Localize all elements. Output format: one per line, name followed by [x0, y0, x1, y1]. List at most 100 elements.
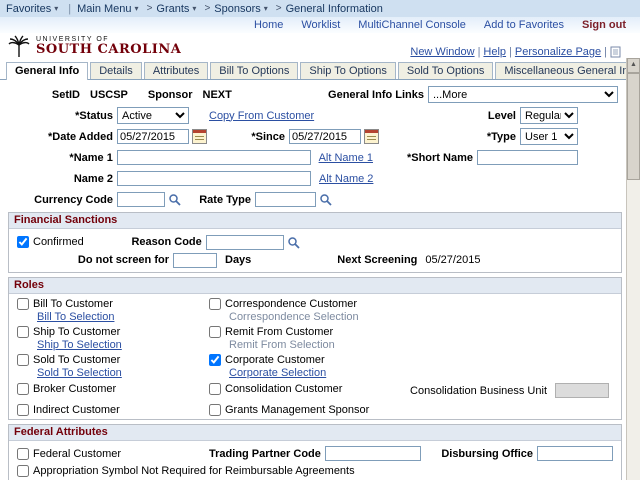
- status-select[interactable]: Active: [117, 107, 189, 124]
- status-row: *Status Active Copy From Customer Level …: [8, 107, 622, 124]
- indirect-customer-checkbox[interactable]: [17, 404, 29, 416]
- header-band: UNIVERSITY OF SOUTH CAROLINA New Window …: [0, 33, 640, 59]
- corporate-customer-label: Corporate Customer: [225, 354, 325, 366]
- roles-section: Roles Bill To Customer Bill To Selection: [8, 277, 622, 420]
- date-added-input[interactable]: [117, 129, 189, 144]
- scroll-up-button[interactable]: ▲: [627, 58, 640, 73]
- setid-value: USCSP: [90, 89, 128, 101]
- correspondence-customer-checkbox[interactable]: [209, 298, 221, 310]
- menu-grants[interactable]: Grants ▾: [156, 3, 196, 15]
- personalize-page-link[interactable]: Personalize Page: [515, 46, 601, 58]
- lookup-icon[interactable]: [287, 236, 300, 249]
- vertical-scrollbar[interactable]: ▲: [626, 58, 640, 480]
- reason-code-input[interactable]: [206, 235, 284, 250]
- sold-to-customer-checkbox[interactable]: [17, 354, 29, 366]
- level-label: Level: [416, 110, 516, 122]
- tab-bill-to-options[interactable]: Bill To Options: [210, 62, 298, 79]
- level-select[interactable]: Regular: [520, 107, 578, 124]
- lookup-icon[interactable]: [319, 193, 332, 206]
- disbursing-office-label: Disbursing Office: [421, 448, 533, 460]
- alt-name1-link[interactable]: Alt Name 1: [319, 152, 373, 164]
- short-name-input[interactable]: [477, 150, 578, 165]
- sign-out-link[interactable]: Sign out: [582, 19, 626, 31]
- tab-sold-to-options[interactable]: Sold To Options: [398, 62, 493, 79]
- federal-row-2: Appropriation Symbol Not Required for Re…: [17, 462, 613, 479]
- copy-from-customer-link[interactable]: Copy From Customer: [209, 110, 314, 122]
- alt-name2-link[interactable]: Alt Name 2: [319, 173, 373, 185]
- new-window-link[interactable]: New Window: [410, 46, 474, 58]
- tab-misc-general-info[interactable]: Miscellaneous General Info: [495, 62, 640, 79]
- scrollbar-thumb[interactable]: [627, 73, 640, 180]
- utility-bar: Home Worklist MultiChannel Console Add t…: [0, 17, 640, 33]
- reason-code-label: Reason Code: [84, 236, 202, 248]
- federal-customer-label: Federal Customer: [33, 448, 121, 460]
- do-not-screen-input[interactable]: [173, 253, 217, 268]
- ship-to-selection-link[interactable]: Ship To Selection: [37, 339, 209, 351]
- lookup-icon[interactable]: [168, 193, 181, 206]
- calendar-icon[interactable]: [192, 129, 207, 144]
- caret-down-icon: ▾: [264, 4, 268, 13]
- tab-ship-to-options[interactable]: Ship To Options: [300, 62, 395, 79]
- favorites-menu[interactable]: Favorites ▾: [6, 3, 58, 15]
- broker-customer-checkbox[interactable]: [17, 383, 29, 395]
- tab-attributes[interactable]: Attributes: [144, 62, 208, 79]
- trading-partner-code-input[interactable]: [325, 446, 421, 461]
- bill-to-customer-checkbox[interactable]: [17, 298, 29, 310]
- corporate-selection-link[interactable]: Corporate Selection: [229, 367, 326, 379]
- rate-type-input[interactable]: [255, 192, 316, 207]
- currency-code-label: Currency Code: [8, 194, 113, 206]
- breadcrumb-divider: |: [68, 3, 71, 15]
- federal-attributes-title: Federal Attributes: [9, 425, 621, 441]
- since-input[interactable]: [289, 129, 361, 144]
- disbursing-office-input[interactable]: [537, 446, 613, 461]
- ship-to-customer-checkbox[interactable]: [17, 326, 29, 338]
- roles-row-4: Broker Customer Consolidation Customer C…: [17, 383, 613, 398]
- do-not-screen-label: Do not screen for: [17, 254, 169, 266]
- consolidation-customer-label: Consolidation Customer: [225, 383, 342, 395]
- federal-customer-checkbox[interactable]: [17, 448, 29, 460]
- help-link[interactable]: Help: [483, 46, 506, 58]
- confirmed-row: Confirmed Reason Code: [17, 233, 613, 251]
- main-menu[interactable]: Main Menu ▾: [77, 3, 138, 15]
- confirmed-checkbox[interactable]: [17, 236, 29, 248]
- roles-row-5: Indirect Customer Grants Management Spon…: [17, 404, 613, 416]
- calendar-icon[interactable]: [364, 129, 379, 144]
- appropriation-symbol-label: Appropriation Symbol Not Required for Re…: [33, 465, 355, 477]
- status-label: *Status: [8, 110, 113, 122]
- home-link[interactable]: Home: [254, 19, 283, 31]
- appropriation-symbol-checkbox[interactable]: [17, 465, 29, 477]
- add-to-favorites-link[interactable]: Add to Favorites: [484, 19, 564, 31]
- federal-attributes-section: Federal Attributes Federal Customer Trad…: [8, 424, 622, 480]
- remit-from-customer-checkbox[interactable]: [209, 326, 221, 338]
- corporate-customer-checkbox[interactable]: [209, 354, 221, 366]
- general-info-links-label: General Info Links: [314, 89, 424, 101]
- tab-general-info[interactable]: General Info: [6, 62, 88, 80]
- usc-logo: UNIVERSITY OF SOUTH CAROLINA: [6, 34, 181, 58]
- sponsor-value: NEXT: [203, 89, 232, 101]
- currency-code-input[interactable]: [117, 192, 165, 207]
- name2-input[interactable]: [117, 171, 311, 186]
- next-screening-label: Next Screening: [337, 254, 417, 266]
- general-info-links-select[interactable]: ...More: [428, 86, 618, 103]
- name1-input[interactable]: [117, 150, 311, 165]
- breadcrumb: Favorites ▾ | Main Menu ▾ > Grants ▾ > S…: [0, 0, 640, 17]
- menu-sponsors[interactable]: Sponsors ▾: [214, 3, 268, 15]
- consolidation-customer-checkbox[interactable]: [209, 383, 221, 395]
- pipe-sep: |: [478, 46, 481, 58]
- roles-title: Roles: [9, 278, 621, 294]
- grants-management-sponsor-checkbox[interactable]: [209, 404, 221, 416]
- type-select[interactable]: User 1: [520, 128, 578, 145]
- sold-to-selection-link[interactable]: Sold To Selection: [37, 367, 209, 379]
- rate-type-label: Rate Type: [181, 194, 251, 206]
- roles-row-3: Sold To Customer Sold To Selection Corpo…: [17, 354, 613, 379]
- financial-sanctions-title: Financial Sanctions: [9, 213, 621, 229]
- bill-to-customer-label: Bill To Customer: [33, 298, 113, 310]
- remit-from-selection-label: Remit From Selection: [229, 339, 335, 351]
- notepad-icon[interactable]: [610, 46, 621, 58]
- multichannel-console-link[interactable]: MultiChannel Console: [358, 19, 466, 31]
- tab-details[interactable]: Details: [90, 62, 142, 79]
- next-screening-value: 05/27/2015: [425, 254, 480, 266]
- worklist-link[interactable]: Worklist: [301, 19, 340, 31]
- bill-to-selection-link[interactable]: Bill To Selection: [37, 311, 209, 323]
- roles-row-1: Bill To Customer Bill To Selection Corre…: [17, 298, 613, 323]
